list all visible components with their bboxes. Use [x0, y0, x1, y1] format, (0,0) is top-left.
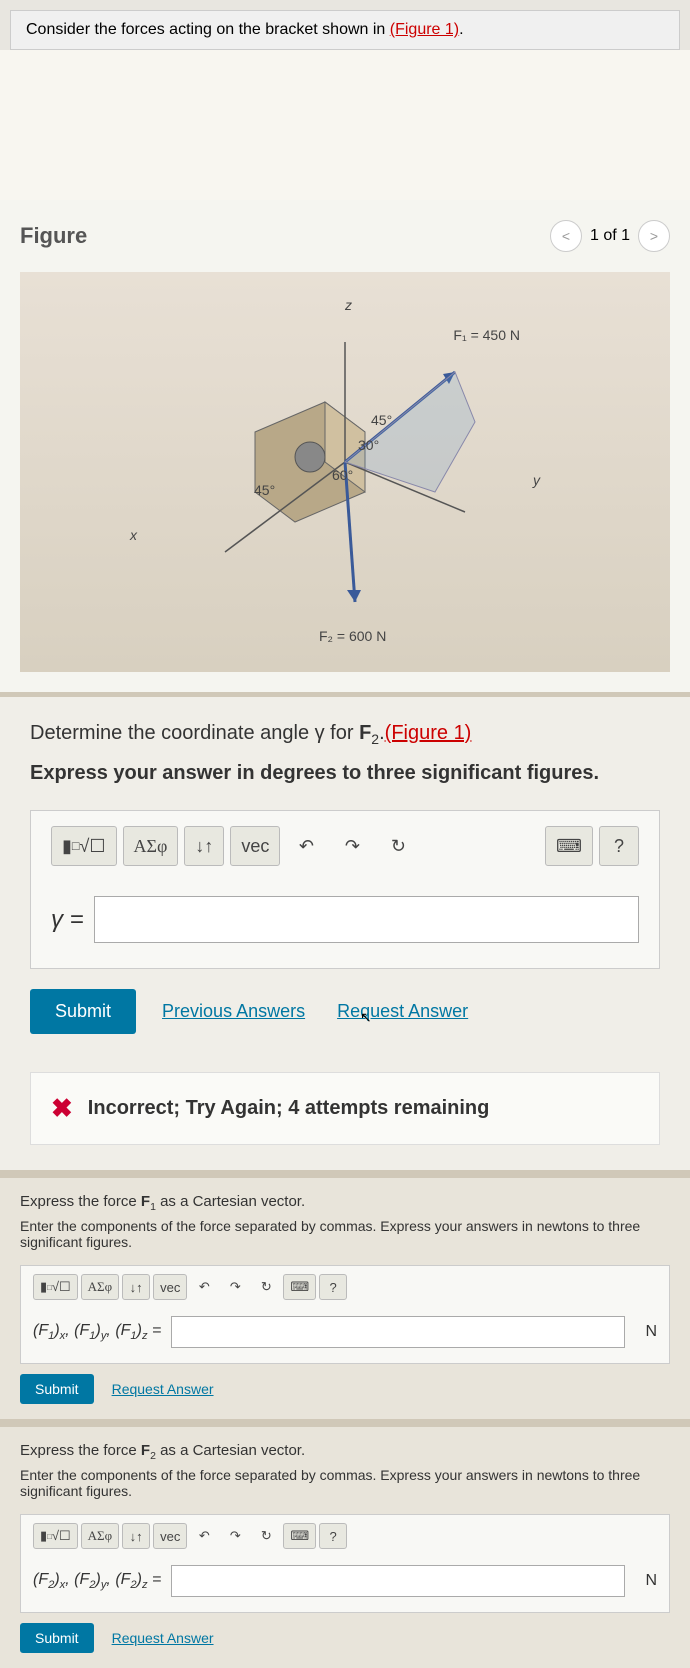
request-answer-link-b[interactable]: Request Answer — [106, 1380, 220, 1398]
redo-button-c[interactable]: ↷ — [221, 1523, 249, 1549]
templates-button-c[interactable]: ▮□√☐ — [33, 1523, 78, 1549]
feedback-text: Incorrect; Try Again; 4 attempts remaini… — [88, 1097, 490, 1120]
help-button[interactable]: ? — [599, 826, 639, 866]
part-prompt: Determine the coordinate angle γ for F2.… — [30, 722, 660, 747]
part-f2-cartesian: Express the force F2 as a Cartesian vect… — [0, 1427, 690, 1668]
subscript-button-b[interactable]: ↓↑ — [122, 1274, 150, 1300]
cursor-icon: ↖ — [360, 1009, 372, 1025]
subscript-button-c[interactable]: ↓↑ — [122, 1523, 150, 1549]
help-button-c[interactable]: ? — [319, 1523, 347, 1549]
problem-intro: Consider the forces acting on the bracke… — [10, 10, 680, 50]
figure-prev-button[interactable]: < — [550, 220, 582, 252]
redo-button[interactable]: ↷ — [332, 826, 372, 866]
answer-input-gamma[interactable] — [94, 896, 639, 943]
vec-button-c[interactable]: vec — [153, 1523, 187, 1549]
request-answer-link-c[interactable]: Request Answer — [106, 1629, 220, 1647]
figure-link-a[interactable]: (Figure 1) — [385, 722, 472, 744]
submit-button-c[interactable]: Submit — [20, 1623, 94, 1653]
keyboard-button-c[interactable]: ⌨ — [283, 1523, 316, 1549]
figure-link[interactable]: (Figure 1) — [390, 21, 459, 38]
request-answer-link[interactable]: Request Answer — [331, 1000, 474, 1023]
reset-button[interactable]: ↻ — [378, 826, 418, 866]
figure-next-button[interactable]: > — [638, 220, 670, 252]
submit-button[interactable]: Submit — [30, 989, 136, 1034]
keyboard-button[interactable]: ⌨ — [545, 826, 593, 866]
undo-button-c[interactable]: ↶ — [190, 1523, 218, 1549]
redo-button-b[interactable]: ↷ — [221, 1274, 249, 1300]
reset-button-b[interactable]: ↻ — [252, 1274, 280, 1300]
templates-button-b[interactable]: ▮□√☐ — [33, 1274, 78, 1300]
previous-answers-link[interactable]: Previous Answers — [156, 1000, 311, 1023]
answer-input-f2[interactable] — [171, 1565, 625, 1597]
greek-button-c[interactable]: ΑΣφ — [81, 1523, 119, 1549]
part-instruction-c: Enter the components of the force separa… — [20, 1467, 670, 1499]
reset-button-c[interactable]: ↻ — [252, 1523, 280, 1549]
greek-button-b[interactable]: ΑΣφ — [81, 1274, 119, 1300]
part-gamma: Determine the coordinate angle γ for F2.… — [0, 697, 690, 1170]
answer-panel: ▮□√☐ ΑΣφ ↓↑ vec ↶ ↷ ↻ ⌨ ? γ = — [30, 810, 660, 969]
help-button-b[interactable]: ? — [319, 1274, 347, 1300]
greek-button[interactable]: ΑΣφ — [123, 826, 179, 866]
templates-button[interactable]: ▮□√☐ — [51, 826, 117, 866]
submit-button-b[interactable]: Submit — [20, 1374, 94, 1404]
subscript-button[interactable]: ↓↑ — [184, 826, 224, 866]
undo-button[interactable]: ↶ — [286, 826, 326, 866]
feedback-box: ✖ Incorrect; Try Again; 4 attempts remai… — [30, 1072, 660, 1145]
part-instruction-b: Enter the components of the force separa… — [20, 1218, 670, 1250]
undo-button-b[interactable]: ↶ — [190, 1274, 218, 1300]
part-instruction: Express your answer in degrees to three … — [30, 762, 660, 785]
intro-text: Consider the forces acting on the bracke… — [26, 21, 390, 38]
answer-input-f1[interactable] — [171, 1316, 625, 1348]
formula-toolbar: ▮□√☐ ΑΣφ ↓↑ vec ↶ ↷ ↻ ⌨ ? — [31, 811, 659, 881]
unit-label-c: N — [635, 1572, 657, 1590]
part-prompt-b: Express the force F1 as a Cartesian vect… — [20, 1193, 670, 1213]
incorrect-icon: ✖ — [51, 1093, 73, 1124]
figure-diagram: z F₁ = 450 N 45° 30° 60° 45° y x F₂ = 60… — [20, 272, 670, 672]
variable-label-b: (F1)x, (F1)y, (F1)z = — [33, 1322, 161, 1342]
keyboard-button-b[interactable]: ⌨ — [283, 1274, 316, 1300]
figure-title: Figure — [20, 223, 87, 249]
figure-counter: 1 of 1 — [590, 227, 630, 245]
vec-button[interactable]: vec — [230, 826, 280, 866]
unit-label-b: N — [635, 1323, 657, 1341]
figure-panel: Figure < 1 of 1 > z F₁ = 450 N 4 — [0, 200, 690, 692]
variable-label: γ = — [51, 906, 84, 934]
vec-button-b[interactable]: vec — [153, 1274, 187, 1300]
variable-label-c: (F2)x, (F2)y, (F2)z = — [33, 1571, 161, 1591]
part-f1-cartesian: Express the force F1 as a Cartesian vect… — [0, 1178, 690, 1419]
part-prompt-c: Express the force F2 as a Cartesian vect… — [20, 1442, 670, 1462]
